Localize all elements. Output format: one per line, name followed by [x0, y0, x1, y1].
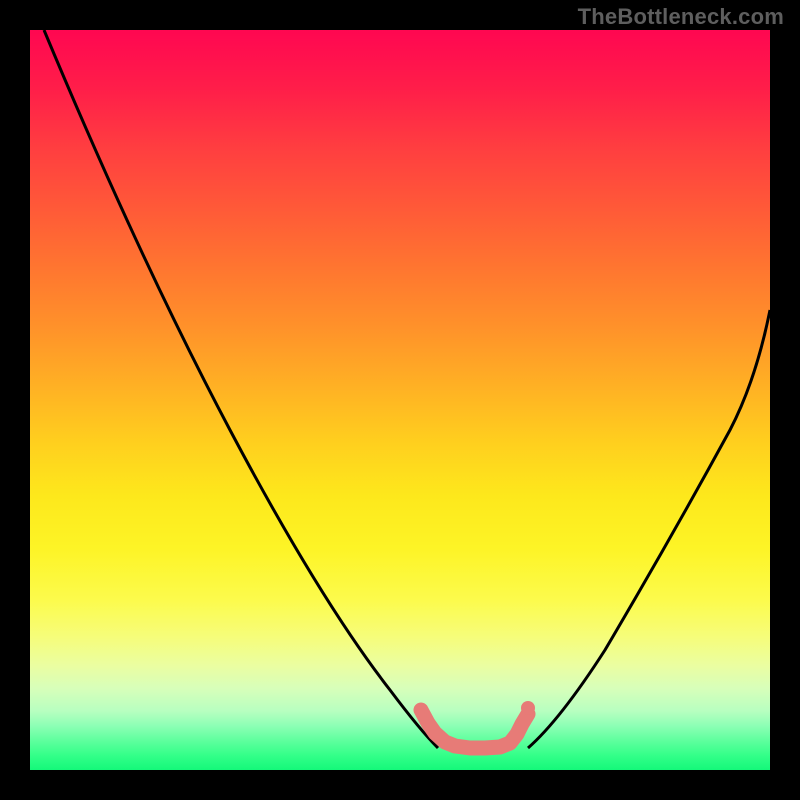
chart-curves — [30, 30, 770, 770]
trough-end-dot — [521, 701, 535, 715]
trough-highlight — [421, 710, 528, 748]
watermark-text: TheBottleneck.com — [578, 4, 784, 30]
left-curve — [44, 30, 438, 748]
chart-frame — [30, 30, 770, 770]
right-curve — [528, 310, 770, 748]
